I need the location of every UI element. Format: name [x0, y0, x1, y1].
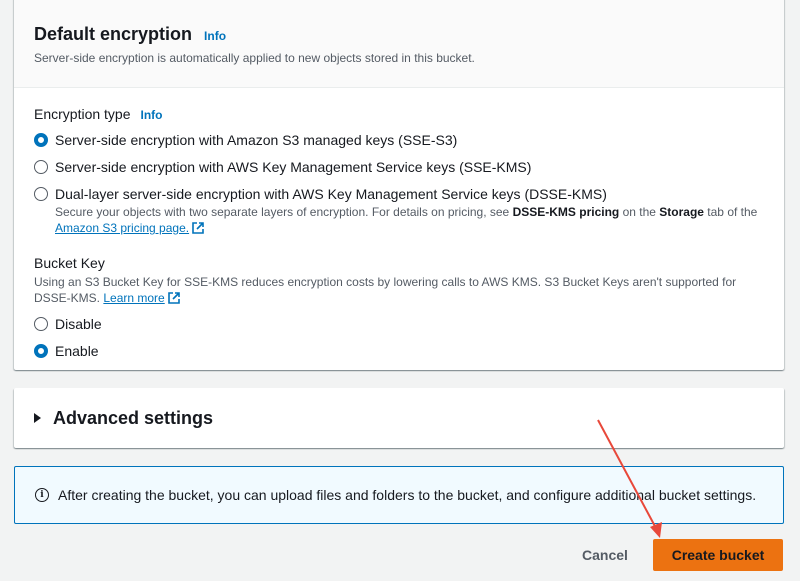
radio-checked-icon[interactable]	[34, 133, 48, 147]
dsse-description: Secure your objects with two separate la…	[55, 204, 757, 236]
radio-disable[interactable]: Disable	[34, 315, 764, 333]
desc-bold: Storage	[659, 205, 704, 219]
cancel-button[interactable]: Cancel	[570, 540, 640, 570]
learn-more-link[interactable]: Learn more	[103, 291, 164, 305]
desc-text: Secure your objects with two separate la…	[55, 205, 513, 219]
external-link-icon[interactable]	[167, 292, 180, 304]
default-encryption-panel: Default encryption Info Server-side encr…	[14, 0, 784, 370]
create-bucket-button[interactable]: Create bucket	[653, 539, 783, 571]
bucket-key-section: Bucket Key Using an S3 Bucket Key for SS…	[34, 255, 764, 360]
encryption-type-info-link[interactable]: Info	[141, 108, 163, 122]
caret-right-icon[interactable]	[34, 413, 41, 423]
bucket-key-description: Using an S3 Bucket Key for SSE-KMS reduc…	[34, 274, 764, 306]
s3-pricing-link[interactable]: Amazon S3 pricing page.	[55, 221, 189, 235]
info-circle-icon: i	[35, 488, 49, 502]
bucket-key-label: Bucket Key	[34, 255, 105, 271]
panel-subtitle: Server-side encryption is automatically …	[34, 51, 475, 65]
panel-header: Default encryption Info Server-side encr…	[14, 0, 784, 88]
radio-label: Server-side encryption with AWS Key Mana…	[55, 159, 532, 175]
radio-unchecked-icon[interactable]	[34, 160, 48, 174]
panel-title: Default encryption	[34, 24, 193, 44]
info-link[interactable]: Info	[204, 29, 226, 43]
radio-label: Disable	[55, 316, 102, 332]
radio-label: Enable	[55, 343, 99, 359]
radio-checked-icon[interactable]	[34, 344, 48, 358]
radio-enable[interactable]: Enable	[34, 342, 764, 360]
desc-text: tab of the	[703, 205, 758, 219]
advanced-settings-toggle[interactable]: Advanced settings	[14, 388, 784, 448]
radio-unchecked-icon[interactable]	[34, 187, 48, 201]
radio-dsse-kms[interactable]: Dual-layer server-side encryption with A…	[34, 185, 764, 236]
alert-text: After creating the bucket, you can uploa…	[58, 487, 757, 503]
radio-unchecked-icon[interactable]	[34, 317, 48, 331]
panel-body: Encryption type Info Server-side encrypt…	[14, 88, 784, 360]
encryption-type-label: Encryption type	[34, 106, 131, 122]
radio-label: Server-side encryption with Amazon S3 ma…	[55, 132, 458, 148]
info-alert: i After creating the bucket, you can upl…	[14, 466, 784, 524]
radio-sse-s3[interactable]: Server-side encryption with Amazon S3 ma…	[34, 131, 764, 149]
desc-text: on the	[619, 205, 660, 219]
advanced-settings-title: Advanced settings	[53, 407, 214, 428]
advanced-settings-panel: Advanced settings	[14, 388, 784, 448]
desc-bold: DSSE-KMS pricing	[512, 205, 620, 219]
radio-sse-kms[interactable]: Server-side encryption with AWS Key Mana…	[34, 158, 764, 176]
external-link-icon[interactable]	[192, 222, 204, 234]
radio-label: Dual-layer server-side encryption with A…	[55, 186, 607, 202]
